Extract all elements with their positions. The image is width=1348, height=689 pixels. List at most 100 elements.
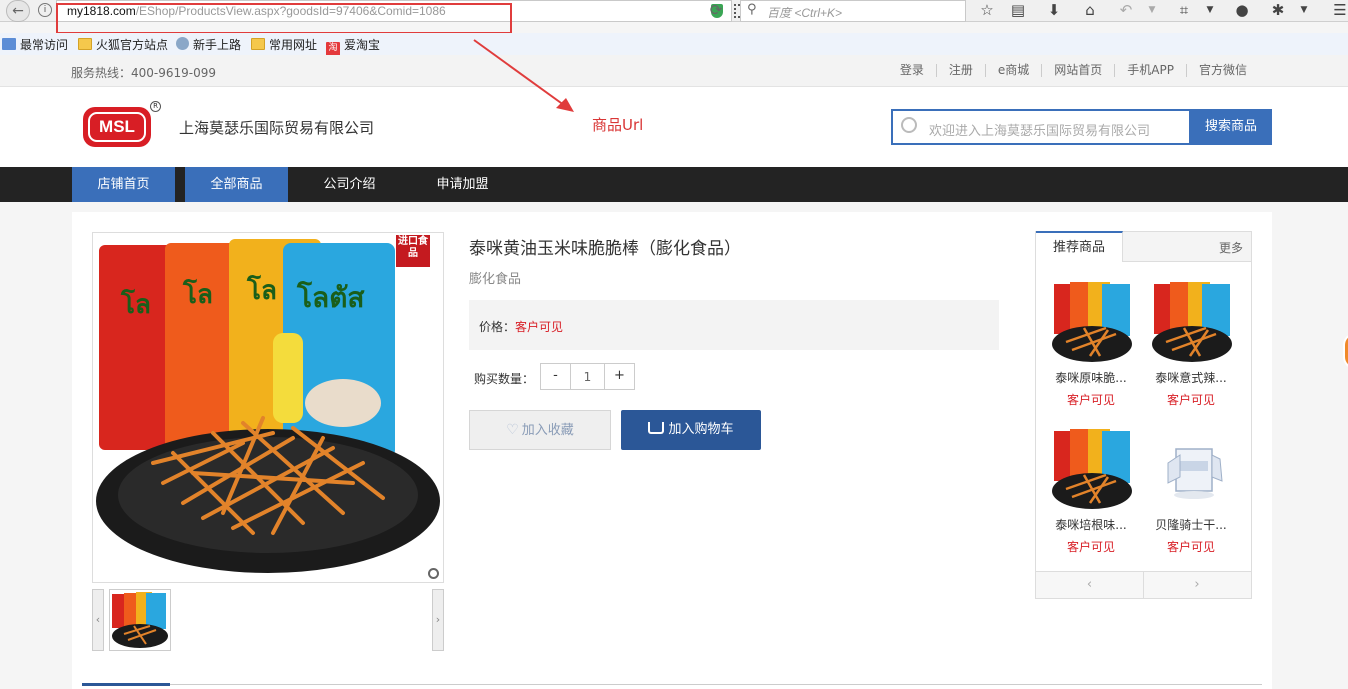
- recommended-item-name[interactable]: 泰咪原味脆...: [1042, 369, 1140, 386]
- recommended-item[interactable]: 泰咪培根味... 客户可见: [1042, 417, 1140, 557]
- recommended-item[interactable]: 泰咪原味脆... 客户可见: [1042, 270, 1140, 410]
- main-nav: 店铺首页 全部商品 公司介绍 申请加盟: [0, 167, 1348, 202]
- recommended-panel: 推荐商品 更多 泰咪原味脆... 客户可见 泰咪意式辣... 客户可见 泰咪培根…: [1035, 231, 1252, 599]
- product-category: 膨化食品: [469, 272, 522, 287]
- price-row: 价格：客户可见: [479, 318, 563, 335]
- quantity-stepper: - 1 +: [540, 363, 635, 390]
- browser-search-field[interactable]: ⚲ 百度 <Ctrl+K>: [740, 0, 966, 22]
- quantity-increase-button[interactable]: +: [605, 364, 634, 389]
- recommended-item-price: 客户可见: [1066, 393, 1115, 407]
- thumb-prev-icon[interactable]: ‹: [92, 589, 104, 651]
- nav-join[interactable]: 申请加盟: [411, 167, 514, 202]
- svg-text:โล: โล: [246, 274, 277, 306]
- bookmark-getting-started[interactable]: 新手上路: [176, 36, 241, 52]
- undo-icon[interactable]: ↶: [1114, 0, 1138, 22]
- menu-icon[interactable]: ☰: [1328, 0, 1348, 22]
- recommended-item-image: [1050, 280, 1134, 364]
- reading-list-icon[interactable]: ▤: [1006, 0, 1030, 22]
- snack-thumbnail-image: [1052, 429, 1132, 509]
- recommended-item-name[interactable]: 贝隆骑士干...: [1142, 516, 1240, 533]
- snack-thumbnail-image: [1052, 282, 1132, 362]
- star-icon[interactable]: ☆: [975, 0, 999, 22]
- bookmarks-bar: 最常访问 火狐官方站点 新手上路 常用网址 淘爱淘宝: [0, 33, 1348, 56]
- thumb-next-icon[interactable]: ›: [432, 589, 444, 651]
- nav-store-home[interactable]: 店铺首页: [72, 167, 175, 202]
- add-to-cart-button[interactable]: 加入购物车: [621, 410, 761, 450]
- heart-icon: ♡: [506, 422, 519, 438]
- bug-icon[interactable]: ✱: [1266, 0, 1290, 22]
- bug-dropdown-icon[interactable]: ▼: [1292, 0, 1316, 22]
- recommended-pager: ‹ ›: [1036, 571, 1251, 598]
- search-products-button[interactable]: 搜索商品: [1190, 109, 1272, 145]
- nav-all-products[interactable]: 全部商品: [185, 167, 288, 202]
- cart-label: 加入购物车: [668, 422, 734, 437]
- crop-icon[interactable]: ⌗: [1172, 0, 1196, 22]
- side-float-button[interactable]: [1343, 333, 1348, 369]
- back-arrow-icon[interactable]: ←: [6, 0, 30, 22]
- bookmark-most-visited[interactable]: 最常访问: [2, 36, 68, 52]
- site-header: MSL R 上海莫瑟乐国际贸易有限公司 商品Url 欢迎进入上海莫瑟乐国际贸易有…: [0, 87, 1348, 167]
- logo-text: MSL: [88, 112, 146, 142]
- login-link[interactable]: 登录: [888, 64, 936, 77]
- recommended-item[interactable]: 贝隆骑士干... 客户可见: [1142, 417, 1240, 557]
- cart-icon: [648, 422, 665, 434]
- reload-icon[interactable]: ⟳: [705, 0, 727, 22]
- globe-icon: [176, 37, 189, 50]
- price-label: 价格：: [479, 320, 516, 334]
- nav-company-intro[interactable]: 公司介绍: [298, 167, 401, 202]
- favorites-label: 加入收藏: [521, 423, 574, 438]
- bookmark-icon: [2, 38, 16, 50]
- site-search-input[interactable]: 欢迎进入上海莫瑟乐国际贸易有限公司: [891, 109, 1191, 145]
- home-icon[interactable]: ⌂: [1078, 0, 1102, 22]
- more-link[interactable]: 更多: [1219, 239, 1243, 256]
- recommended-item-price: 客户可见: [1166, 540, 1215, 554]
- recommended-item-price: 客户可见: [1166, 393, 1215, 407]
- wechat-link[interactable]: 官方微信: [1185, 64, 1259, 77]
- download-icon[interactable]: ⬇: [1042, 0, 1066, 22]
- detail-tab-active-indicator: [82, 683, 170, 686]
- add-to-favorites-button[interactable]: ♡ 加入收藏: [469, 410, 611, 450]
- price-box: 价格：客户可见: [469, 300, 999, 350]
- bookmark-firefox-site[interactable]: 火狐官方站点: [78, 36, 168, 52]
- svg-text:โล: โล: [182, 278, 213, 310]
- site-home-link[interactable]: 网站首页: [1041, 64, 1114, 77]
- register-link[interactable]: 注册: [935, 64, 985, 77]
- dropdown-arrow-icon[interactable]: ▼: [1140, 0, 1164, 22]
- bookmark-taobao[interactable]: 淘爱淘宝: [326, 36, 380, 56]
- import-badge: 进口食品: [398, 236, 428, 259]
- recommended-item-price: 客户可见: [1066, 540, 1115, 554]
- crop-dropdown-icon[interactable]: ▼: [1198, 0, 1222, 22]
- recommended-item-name[interactable]: 泰咪培根味...: [1042, 516, 1140, 533]
- recommended-next-icon[interactable]: ›: [1143, 572, 1250, 598]
- site-search-placeholder: 欢迎进入上海莫瑟乐国际贸易有限公司: [929, 124, 1151, 139]
- registered-mark: R: [150, 101, 161, 112]
- thumbnail-strip: ‹ ›: [92, 589, 444, 651]
- emall-link[interactable]: e商城: [984, 64, 1041, 77]
- taobao-icon: 淘: [326, 42, 340, 56]
- url-annotation-label: 商品Url: [592, 116, 644, 134]
- zoom-icon[interactable]: [428, 568, 439, 579]
- tab-recommended[interactable]: 推荐商品: [1036, 231, 1123, 262]
- recommended-item-image: [1050, 427, 1134, 511]
- detail-tabs-divider: [82, 684, 1262, 685]
- product-main-image[interactable]: โล โล โล โลตัส 进口食品: [92, 232, 444, 583]
- chat-icon[interactable]: ●: [1230, 0, 1254, 22]
- recommended-item-image: [1150, 427, 1234, 511]
- recommended-item[interactable]: 泰咪意式辣... 客户可见: [1142, 270, 1240, 410]
- bookmark-common-sites[interactable]: 常用网址: [251, 36, 317, 52]
- utility-links: 登录 注册 e商城 网站首页 手机APP 官方微信: [888, 64, 1259, 77]
- mobile-app-link[interactable]: 手机APP: [1114, 64, 1186, 77]
- search-icon: ⚲: [747, 2, 757, 17]
- quantity-decrease-button[interactable]: -: [541, 364, 570, 389]
- quantity-input[interactable]: 1: [570, 364, 605, 389]
- recommended-tabs: 推荐商品 更多: [1036, 231, 1251, 262]
- snack-package-image: โล โล โล โลตัส: [96, 235, 440, 573]
- company-logo[interactable]: MSL: [83, 107, 151, 147]
- browser-search-placeholder: 百度 <Ctrl+K>: [767, 6, 843, 20]
- price-value: 客户可见: [515, 320, 564, 334]
- annotation-arrow: [473, 39, 574, 112]
- info-icon[interactable]: i: [38, 3, 52, 17]
- recommended-prev-icon[interactable]: ‹: [1036, 572, 1143, 598]
- recommended-item-name[interactable]: 泰咪意式辣...: [1142, 369, 1240, 386]
- thumbnail-image[interactable]: [109, 589, 171, 651]
